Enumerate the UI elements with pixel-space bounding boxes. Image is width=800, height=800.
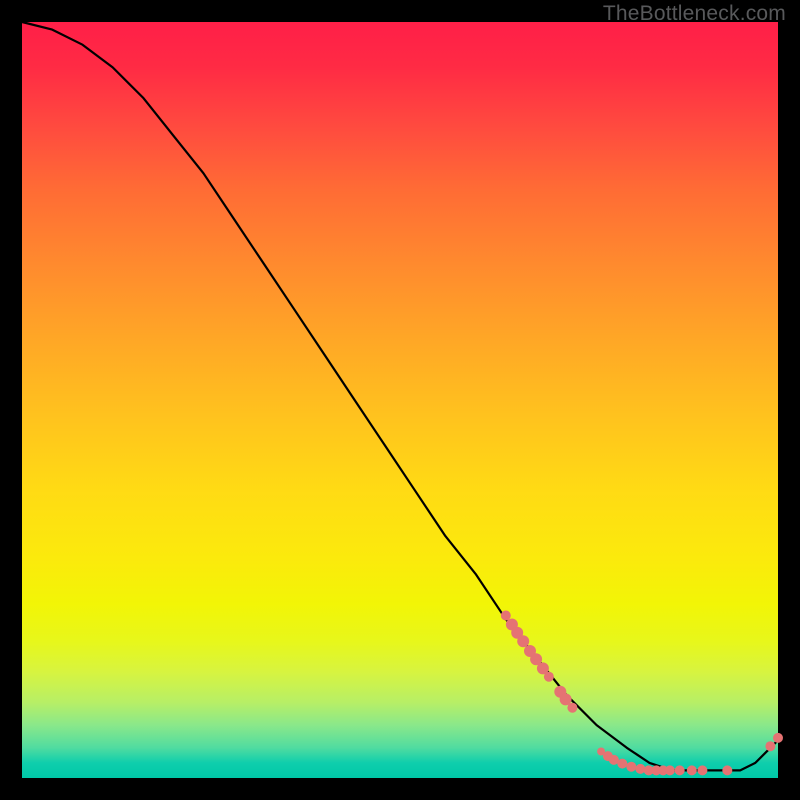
data-point <box>517 635 529 647</box>
scatter-points <box>501 611 783 776</box>
data-point <box>722 765 732 775</box>
data-point <box>544 672 554 682</box>
data-point <box>617 759 627 769</box>
data-point <box>687 765 697 775</box>
data-point <box>697 765 707 775</box>
chart-stage: TheBottleneck.com <box>0 0 800 800</box>
chart-svg <box>22 22 778 778</box>
data-point <box>773 733 783 743</box>
data-point <box>665 765 675 775</box>
data-point <box>635 764 645 774</box>
plot-area <box>22 22 778 778</box>
data-point <box>501 611 511 621</box>
data-point <box>765 741 775 751</box>
curve-line <box>22 22 778 770</box>
data-point <box>567 703 577 713</box>
data-point <box>675 765 685 775</box>
data-point <box>626 762 636 772</box>
